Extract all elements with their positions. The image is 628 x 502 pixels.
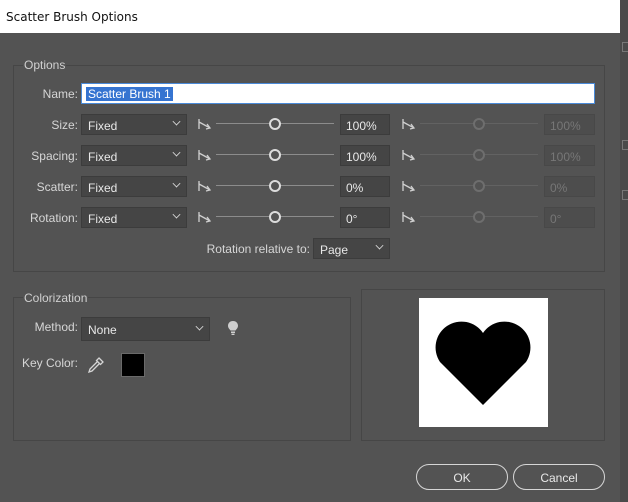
spacing-method-select[interactable]: Fixed [81,145,187,166]
scatter-label: Scatter: [36,180,78,194]
options-group-title: Options [23,58,67,72]
method-label: Method: [34,320,78,334]
slider-thumb[interactable] [269,211,281,223]
chevron-down-icon [172,117,181,126]
rotation-max-slider [420,211,538,223]
max-variation-icon [402,211,416,223]
rotation-min-slider[interactable] [216,211,334,223]
spacing-max-value: 100% [544,145,595,166]
spacing-label: Spacing: [31,149,78,163]
slider-thumb[interactable] [269,118,281,130]
scatter-min-value[interactable]: 0% [340,176,390,197]
background-app-edge [620,0,628,502]
size-min-slider[interactable] [216,118,334,130]
chevron-down-icon [172,148,181,157]
eyedropper-icon[interactable] [87,356,105,374]
window-title: Scatter Brush Options [6,10,138,24]
size-max-slider [420,118,538,130]
chevron-down-icon [172,210,181,219]
lightbulb-icon[interactable] [227,320,239,336]
scatter-max-slider [420,180,538,192]
chevron-down-icon [195,322,204,331]
rotation-relative-select[interactable]: Page [313,238,390,259]
name-input-value: Scatter Brush 1 [86,87,173,101]
size-label: Size: [51,118,78,132]
rotation-method-select[interactable]: Fixed [81,207,187,228]
slider-thumb[interactable] [269,149,281,161]
size-max-value: 100% [544,114,595,135]
cancel-button[interactable]: Cancel [513,464,605,490]
slider-thumb[interactable] [269,180,281,192]
max-variation-icon [402,118,416,130]
rotation-relative-label: Rotation relative to: [206,242,310,256]
rotation-max-value: 0° [544,207,595,228]
colorization-method-select[interactable]: None [81,317,210,341]
scatter-max-value: 0% [544,176,595,197]
max-variation-icon [402,180,416,192]
key-color-swatch[interactable] [121,353,145,377]
min-variation-icon [198,180,212,192]
title-bar: Scatter Brush Options [0,0,620,33]
ok-button[interactable]: OK [416,464,508,490]
spacing-max-slider [420,149,538,161]
min-variation-icon [198,149,212,161]
key-color-label: Key Color: [21,356,78,370]
name-input[interactable]: Scatter Brush 1 [81,83,595,104]
rotation-min-value[interactable]: 0° [340,207,390,228]
heart-icon [435,321,531,405]
chevron-down-icon [172,179,181,188]
size-method-select[interactable]: Fixed [81,114,187,135]
spacing-min-slider[interactable] [216,149,334,161]
scatter-method-select[interactable]: Fixed [81,176,187,197]
scatter-min-slider[interactable] [216,180,334,192]
spacing-min-value[interactable]: 100% [340,145,390,166]
colorization-group-title: Colorization [23,291,89,305]
size-min-value[interactable]: 100% [340,114,390,135]
min-variation-icon [198,118,212,130]
max-variation-icon [402,149,416,161]
rotation-label: Rotation: [29,211,78,225]
brush-preview [419,298,548,427]
name-label: Name: [42,87,78,101]
min-variation-icon [198,211,212,223]
chevron-down-icon [375,241,384,250]
